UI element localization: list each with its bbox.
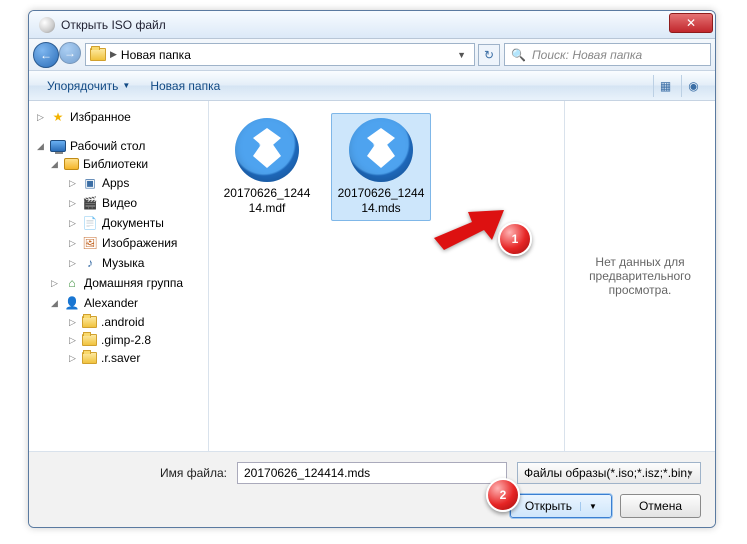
- breadcrumb-dropdown[interactable]: ▼: [453, 50, 470, 60]
- desktop-icon: [50, 140, 66, 152]
- tree-folder[interactable]: ▷.android: [33, 313, 208, 331]
- help-icon: ◉: [688, 79, 698, 93]
- folder-icon: [82, 316, 97, 328]
- app-icon: ▣: [82, 175, 98, 191]
- file-list[interactable]: 20170626_124414.mdf 20170626_124414.mds: [209, 101, 565, 451]
- new-folder-label: Новая папка: [150, 79, 220, 93]
- file-type-select[interactable]: Файлы образы(*.iso;*.isz;*.bin;: [517, 462, 701, 484]
- search-icon: 🔍: [511, 48, 526, 62]
- tree-pictures[interactable]: ▷🖼Изображения: [33, 233, 208, 253]
- app-icon: [39, 17, 55, 33]
- arrow-overlay-1: [434, 210, 504, 263]
- tree-favorites[interactable]: ▷★Избранное: [33, 107, 208, 127]
- close-button[interactable]: ✕: [669, 13, 713, 33]
- homegroup-icon: ⌂: [64, 275, 80, 291]
- user-icon: 👤: [64, 295, 80, 311]
- title-bar: Открыть ISO файл ✕: [29, 11, 715, 39]
- tree-homegroup[interactable]: ▷⌂Домашняя группа: [33, 273, 208, 293]
- music-icon: ♪: [82, 255, 98, 271]
- dialog-body: ▷★Избранное ◢Рабочий стол ◢Библиотеки ▷▣…: [29, 101, 715, 451]
- tree-folder[interactable]: ▷.gimp-2.8: [33, 331, 208, 349]
- folder-icon: [82, 334, 97, 346]
- arrow-left-icon: ←: [40, 48, 52, 62]
- organize-button[interactable]: Упорядочить ▼: [39, 75, 138, 97]
- star-icon: ★: [50, 109, 66, 125]
- search-input[interactable]: 🔍 Поиск: Новая папка: [504, 43, 711, 66]
- nav-buttons: ← →: [33, 42, 81, 68]
- nav-bar: ← → ▶ Новая папка ▼ ↻ 🔍 Поиск: Новая пап…: [29, 39, 715, 71]
- open-file-dialog: Открыть ISO файл ✕ ← → ▶ Новая папка ▼ ↻…: [28, 10, 716, 528]
- breadcrumb-bar[interactable]: ▶ Новая папка ▼: [85, 43, 475, 66]
- refresh-icon: ↻: [484, 48, 494, 62]
- callout-2: 2: [486, 478, 520, 512]
- image-icon: 🖼: [82, 235, 98, 251]
- close-icon: ✕: [686, 16, 696, 30]
- back-button[interactable]: ←: [33, 42, 59, 68]
- tree-user[interactable]: ◢👤Alexander: [33, 293, 208, 313]
- file-name: 20170626_124414.mds: [336, 186, 426, 216]
- dialog-footer: Имя файла: Файлы образы(*.iso;*.isz;*.bi…: [29, 451, 715, 528]
- organize-label: Упорядочить: [47, 79, 118, 93]
- callout-1: 1: [498, 222, 532, 256]
- refresh-button[interactable]: ↻: [478, 44, 500, 66]
- preview-pane: Нет данных для предварительного просмотр…: [565, 101, 715, 451]
- chevron-down-icon: ▼: [122, 81, 130, 90]
- disc-image-icon: [349, 118, 413, 182]
- tree-documents[interactable]: ▷📄Документы: [33, 213, 208, 233]
- file-type-label: Файлы образы(*.iso;*.isz;*.bin;: [524, 466, 690, 480]
- cancel-label: Отмена: [639, 499, 682, 513]
- tree-desktop[interactable]: ◢Рабочий стол: [33, 137, 208, 155]
- chevron-right-icon: ▶: [110, 49, 117, 60]
- file-pane: 20170626_124414.mdf 20170626_124414.mds …: [209, 101, 715, 451]
- document-icon: 📄: [82, 215, 98, 231]
- tree-folder[interactable]: ▷.r.saver: [33, 349, 208, 367]
- cancel-button[interactable]: Отмена: [620, 494, 701, 518]
- tree-music[interactable]: ▷♪Музыка: [33, 253, 208, 273]
- file-item-mdf[interactable]: 20170626_124414.mdf: [217, 113, 317, 221]
- open-label: Открыть: [525, 499, 572, 513]
- tree-apps[interactable]: ▷▣Apps: [33, 173, 208, 193]
- view-icon: ▦: [660, 79, 671, 93]
- toolbar: Упорядочить ▼ Новая папка ▦ ◉: [29, 71, 715, 101]
- nav-tree[interactable]: ▷★Избранное ◢Рабочий стол ◢Библиотеки ▷▣…: [29, 101, 209, 451]
- folder-icon: [90, 48, 106, 61]
- view-button[interactable]: ▦: [653, 75, 677, 97]
- arrow-right-icon: →: [64, 46, 76, 60]
- filename-input[interactable]: [237, 462, 507, 484]
- breadcrumb-current[interactable]: Новая папка: [121, 48, 191, 62]
- forward-button[interactable]: →: [59, 42, 81, 64]
- new-folder-button[interactable]: Новая папка: [142, 75, 228, 97]
- preview-empty-text: Нет данных для предварительного просмотр…: [575, 255, 705, 297]
- tree-video[interactable]: ▷🎬Видео: [33, 193, 208, 213]
- folder-icon: [82, 352, 97, 364]
- video-icon: 🎬: [82, 195, 98, 211]
- chevron-down-icon: ▼: [580, 502, 597, 511]
- filename-label: Имя файла:: [160, 466, 227, 480]
- tree-libraries[interactable]: ◢Библиотеки: [33, 155, 208, 173]
- search-placeholder: Поиск: Новая папка: [532, 48, 642, 62]
- libraries-icon: [64, 158, 79, 170]
- open-button[interactable]: Открыть ▼: [510, 494, 612, 518]
- file-name: 20170626_124414.mdf: [222, 186, 312, 216]
- disc-image-icon: [235, 118, 299, 182]
- help-button[interactable]: ◉: [681, 75, 705, 97]
- file-item-mds[interactable]: 20170626_124414.mds: [331, 113, 431, 221]
- window-title: Открыть ISO файл: [61, 18, 166, 32]
